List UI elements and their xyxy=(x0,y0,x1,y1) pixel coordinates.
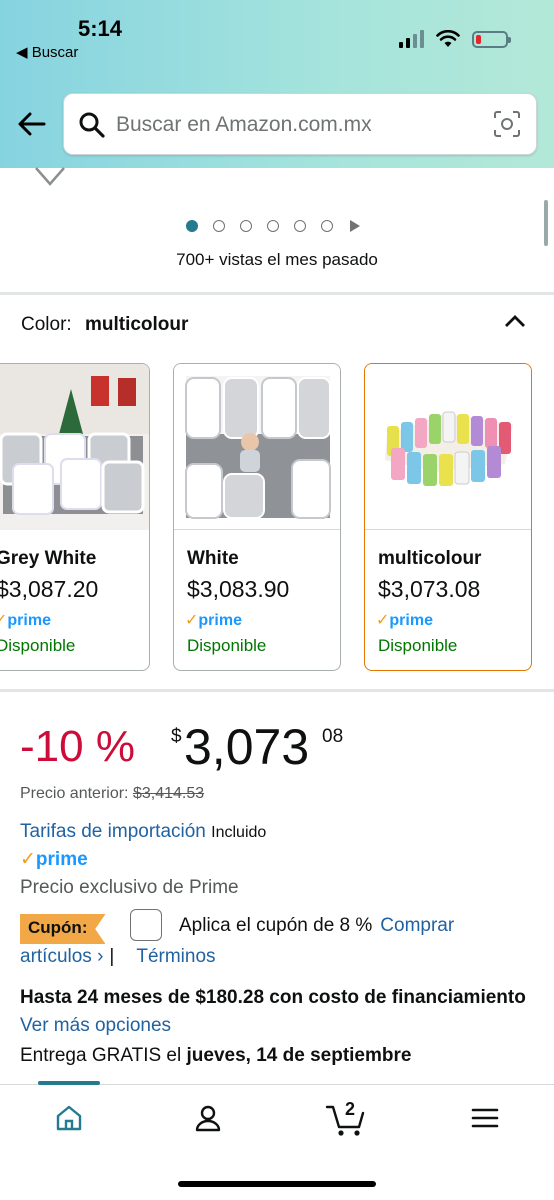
previous-price-label: Precio anterior: xyxy=(20,785,129,802)
color-option-grey-white[interactable]: Grey White $3,087.20 ✓prime Disponible xyxy=(0,363,150,671)
search-placeholder: Buscar en Amazon.com.mx xyxy=(116,113,372,136)
home-icon[interactable] xyxy=(54,1103,84,1133)
prime-exclusive-text: Precio exclusivo de Prime xyxy=(20,877,239,898)
color-option-price: $3,073.08 xyxy=(378,576,481,602)
account-icon[interactable] xyxy=(193,1103,223,1133)
views-count-text: 700+ vistas el mes pasado xyxy=(176,250,378,269)
color-option-multicolour[interactable]: multicolour $3,073.08 ✓prime Disponible xyxy=(364,363,532,671)
carousel-dot[interactable] xyxy=(267,220,279,232)
shop-items-link[interactable]: Comprar xyxy=(380,915,454,936)
financing-text: Hasta 24 meses de $180.28 con costo de f… xyxy=(20,987,526,1008)
delivery-prefix: Entrega GRATIS el xyxy=(20,1045,182,1066)
coupon-links: artículos › | Términos xyxy=(20,946,216,968)
previous-price: Precio anterior: $3,414.53 xyxy=(20,785,204,803)
section-divider xyxy=(0,292,554,295)
import-fees-link[interactable]: Tarifas de importación xyxy=(20,821,206,842)
delivery-date: jueves, 14 de septiembre xyxy=(186,1045,412,1066)
menu-icon[interactable] xyxy=(470,1103,500,1133)
section-divider xyxy=(0,689,554,692)
image-carousel-dots[interactable] xyxy=(186,220,360,232)
currency-symbol: $ xyxy=(171,726,182,747)
discount-percent: -10 % xyxy=(20,722,135,771)
color-label: Color: xyxy=(21,314,72,335)
product-thumbnail xyxy=(365,364,531,530)
availability-text: Disponible xyxy=(378,636,458,655)
prime-logo: ✓prime xyxy=(20,849,88,870)
status-time: 5:14 xyxy=(78,16,123,41)
product-thumbnail xyxy=(0,364,149,530)
coupon-checkbox[interactable] xyxy=(130,909,162,941)
prime-badge: ✓prime xyxy=(185,612,242,629)
prime-badge: ✓prime xyxy=(0,612,51,629)
price-whole: 3,073 xyxy=(184,719,310,775)
carousel-dot[interactable] xyxy=(294,220,306,232)
price-cents: 08 xyxy=(322,726,344,747)
separator: | xyxy=(109,946,115,967)
color-option-name: Grey White xyxy=(0,548,97,569)
back-arrow-icon[interactable] xyxy=(14,106,50,142)
color-option-name: multicolour xyxy=(378,548,482,569)
carousel-dot[interactable] xyxy=(213,220,225,232)
availability-text: Disponible xyxy=(187,636,267,655)
color-option-white[interactable]: White $3,083.90 ✓prime Disponible xyxy=(173,363,341,671)
color-option-name: White xyxy=(187,548,239,569)
chevron-up-icon[interactable] xyxy=(504,313,526,329)
status-back-link[interactable]: ◀ Buscar xyxy=(16,43,78,61)
carousel-dot[interactable] xyxy=(240,220,252,232)
product-thumbnail xyxy=(174,364,340,530)
availability-text: Disponible xyxy=(0,636,76,655)
import-fees-status: Incluido xyxy=(211,824,267,841)
coupon-text: Aplica el cupón de 8 % Comprar xyxy=(179,915,455,936)
more-options-link[interactable]: Ver más opciones xyxy=(20,1015,171,1036)
scroll-indicator xyxy=(544,200,548,246)
coupon-badge: Cupón: xyxy=(20,914,106,944)
top-header: 5:14 ◀ Buscar Buscar en Amazon.com.mx xyxy=(0,0,554,168)
import-fees: Tarifas de importación Incluido xyxy=(20,821,266,843)
camera-search-icon[interactable] xyxy=(492,109,522,139)
battery-icon xyxy=(472,30,511,48)
chevron-down-icon xyxy=(35,167,65,186)
home-indicator xyxy=(178,1181,376,1187)
bottom-navigation: 2 xyxy=(0,1081,554,1200)
search-icon xyxy=(79,112,105,138)
cart-count-badge: 2 xyxy=(345,1099,356,1119)
carousel-dot[interactable] xyxy=(321,220,333,232)
carousel-dot[interactable] xyxy=(186,220,198,232)
play-video-icon[interactable] xyxy=(350,220,360,232)
color-option-price: $3,087.20 xyxy=(0,576,99,602)
shop-items-link-cont[interactable]: artículos › xyxy=(20,946,103,967)
terms-link[interactable]: Términos xyxy=(136,946,215,967)
search-input[interactable]: Buscar en Amazon.com.mx xyxy=(63,93,537,155)
wifi-icon xyxy=(436,30,460,47)
color-option-price: $3,083.90 xyxy=(187,576,290,602)
prime-badge: ✓prime xyxy=(376,612,433,629)
previous-price-value: $3,414.53 xyxy=(132,785,205,802)
battery-level xyxy=(476,34,481,44)
status-indicators xyxy=(399,30,511,48)
signal-icon xyxy=(399,30,424,48)
delivery-info: Entrega GRATIS el jueves, 14 de septiemb… xyxy=(20,1045,411,1067)
color-selector-header[interactable]: Color: multicolour xyxy=(21,314,188,336)
financing-info: Hasta 24 meses de $180.28 con costo de f… xyxy=(20,984,540,1040)
selected-color: multicolour xyxy=(84,314,189,335)
active-tab-indicator xyxy=(38,1081,100,1085)
